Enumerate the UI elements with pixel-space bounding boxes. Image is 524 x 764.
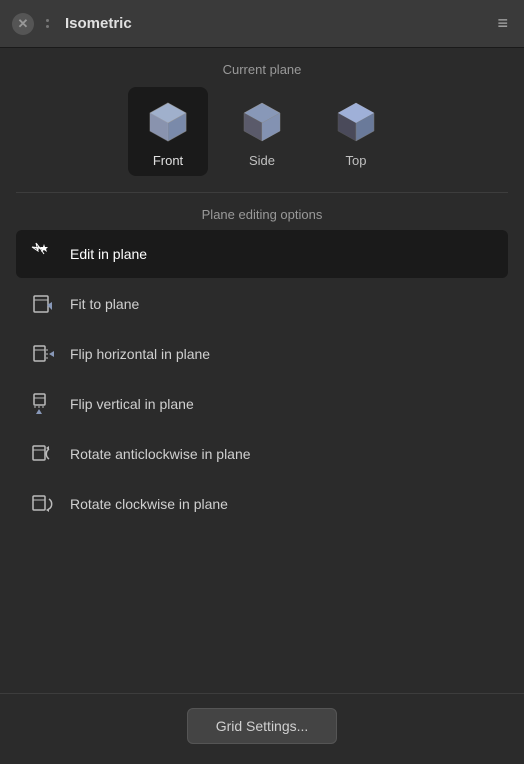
edit-in-plane-icon xyxy=(30,240,58,268)
title-bar: ✕ Isometric ≡ xyxy=(0,0,524,48)
menu-button[interactable]: ≡ xyxy=(493,9,512,38)
isometric-panel: ✕ Isometric ≡ Current plane xyxy=(0,0,524,764)
option-flip-horizontal[interactable]: Flip horizontal in plane xyxy=(16,330,508,378)
top-cube-icon xyxy=(330,95,382,147)
rotate-clockwise-icon xyxy=(30,490,58,518)
current-plane-section: Current plane xyxy=(0,48,524,192)
side-cube-icon xyxy=(236,95,288,147)
side-label: Side xyxy=(249,153,275,168)
fit-to-plane-icon xyxy=(30,290,58,318)
close-button[interactable]: ✕ xyxy=(12,13,34,35)
front-cube-icon xyxy=(142,95,194,147)
current-plane-label: Current plane xyxy=(0,48,524,87)
edit-in-plane-label: Edit in plane xyxy=(70,246,147,262)
fit-to-plane-label: Fit to plane xyxy=(70,296,139,312)
title-bar-left: ✕ Isometric xyxy=(12,13,132,35)
flip-vertical-label: Flip vertical in plane xyxy=(70,396,194,412)
option-rotate-anticlockwise[interactable]: Rotate anticlockwise in plane xyxy=(16,430,508,478)
option-edit-in-plane[interactable]: Edit in plane xyxy=(16,230,508,278)
flip-vertical-icon xyxy=(30,390,58,418)
option-flip-vertical[interactable]: Flip vertical in plane xyxy=(16,380,508,428)
plane-button-top[interactable]: Top xyxy=(316,87,396,176)
grid-settings-button[interactable]: Grid Settings... xyxy=(187,708,338,744)
panel-content: Current plane xyxy=(0,48,524,764)
option-list: Edit in plane Fit to plane xyxy=(16,230,508,528)
option-fit-to-plane[interactable]: Fit to plane xyxy=(16,280,508,328)
panel-title: Isometric xyxy=(65,15,132,32)
drag-handle[interactable] xyxy=(44,15,51,32)
rotate-anticlockwise-label: Rotate anticlockwise in plane xyxy=(70,446,251,462)
top-label: Top xyxy=(346,153,367,168)
plane-button-front[interactable]: Front xyxy=(128,87,208,176)
front-label: Front xyxy=(153,153,183,168)
editing-section-label: Plane editing options xyxy=(16,193,508,230)
flip-horizontal-label: Flip horizontal in plane xyxy=(70,346,210,362)
rotate-clockwise-label: Rotate clockwise in plane xyxy=(70,496,228,512)
plane-button-side[interactable]: Side xyxy=(222,87,302,176)
footer-section: Grid Settings... xyxy=(0,693,524,764)
plane-editing-section: Plane editing options Edit in plane xyxy=(0,193,524,693)
rotate-anticlockwise-icon xyxy=(30,440,58,468)
plane-button-group: Front Side xyxy=(0,87,524,192)
option-rotate-clockwise[interactable]: Rotate clockwise in plane xyxy=(16,480,508,528)
flip-horizontal-icon xyxy=(30,340,58,368)
